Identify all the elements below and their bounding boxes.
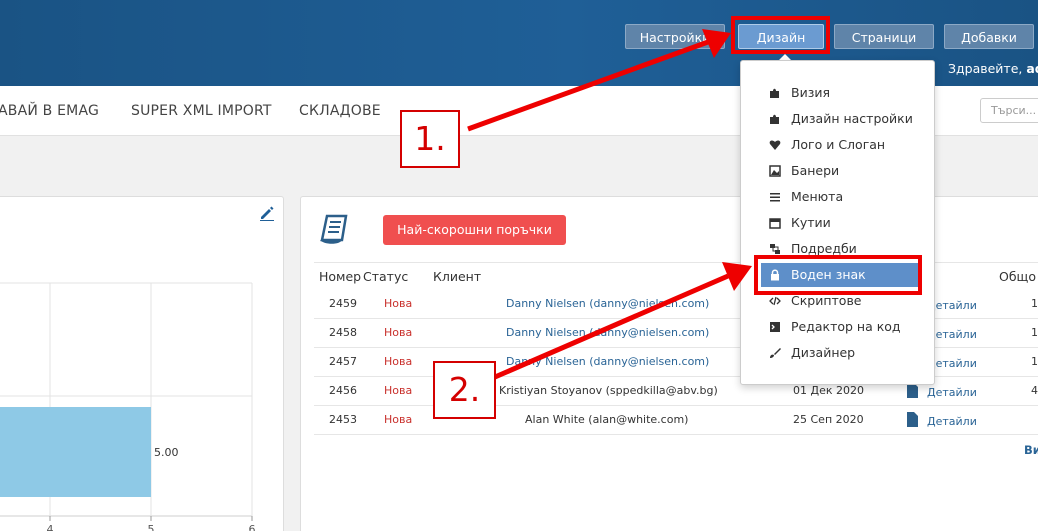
step-2-label: 2. bbox=[433, 361, 496, 419]
annotation-arrows bbox=[467, 29, 752, 380]
arrow-2-line bbox=[494, 273, 729, 380]
arrow-1-line bbox=[467, 39, 709, 132]
step-1-label: 1. bbox=[400, 110, 460, 168]
